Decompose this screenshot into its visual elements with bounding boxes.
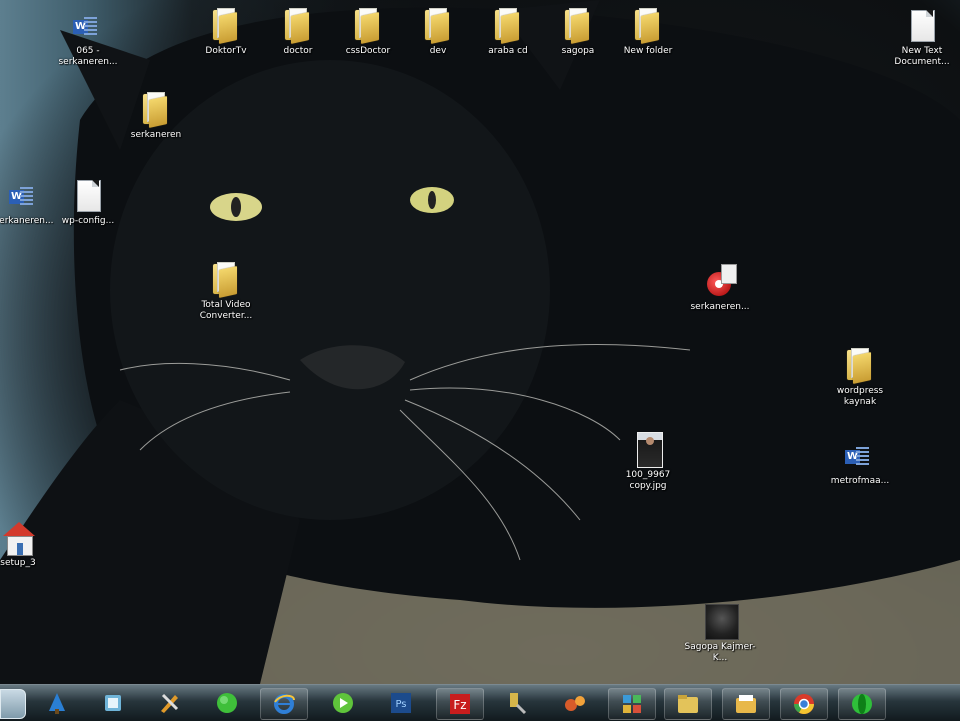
start-button[interactable] xyxy=(0,689,26,719)
media-player-icon xyxy=(331,691,355,715)
red-app-icon xyxy=(703,264,737,300)
taskbar-tree-app-button[interactable] xyxy=(34,688,80,718)
explorer-folder-icon xyxy=(676,692,700,716)
filezilla-label: Fz xyxy=(453,698,466,712)
folder-icon xyxy=(421,8,455,44)
desktop-icon-label: DoktorTv xyxy=(205,46,247,56)
photoshop-label: Ps xyxy=(395,699,406,710)
taskbar-internet-explorer-button[interactable] xyxy=(260,688,308,720)
folder-icon xyxy=(139,92,173,128)
desktop-icon-label: wordpress kaynak xyxy=(836,386,884,407)
folder-icon xyxy=(351,8,385,44)
desktop-icon-cssdoctor[interactable]: cssDoctor xyxy=(330,8,406,57)
network-icon xyxy=(563,691,587,715)
desktop-icon-new-text-document[interactable]: New Text Document... xyxy=(884,8,960,68)
desktop-icon-label: 100_9967 copy.jpg xyxy=(625,470,671,491)
taskbar-folder-button[interactable] xyxy=(722,688,770,720)
folder-icon xyxy=(491,8,525,44)
desktop-icon-label: New Text Document... xyxy=(894,46,950,67)
desktop-icon-label: metrofmaa... xyxy=(830,476,890,486)
word-document-icon: W xyxy=(7,178,41,214)
desktop-icon-label: araba cd xyxy=(488,46,528,56)
desktop-icon-wp-config[interactable]: wp-config... xyxy=(50,178,126,227)
setup-app-icon xyxy=(1,520,35,556)
control-panel-icon xyxy=(620,692,644,716)
desktop-icon-wordpress-kaynak[interactable]: wordpress kaynak xyxy=(822,348,898,408)
desktop-icon-label: serkaneren... xyxy=(0,216,54,226)
utility-icon xyxy=(505,691,529,715)
chrome-icon xyxy=(792,692,816,716)
taskbar: Ps Fz xyxy=(0,684,960,721)
taskbar-media-player-button[interactable] xyxy=(320,688,366,718)
taskbar-filezilla-button[interactable]: Fz xyxy=(436,688,484,720)
taskbar-green-orb-button[interactable] xyxy=(838,688,886,720)
desktop-icon-label: 065 - serkaneren... xyxy=(58,46,118,67)
taskbar-control-panel-button[interactable] xyxy=(608,688,656,720)
photo-thumbnail-icon xyxy=(631,432,665,468)
book-app-icon xyxy=(101,691,125,715)
desktop-icon-label: Sagopa Kajmer-K... xyxy=(684,642,756,663)
taskbar-photoshop-button[interactable]: Ps xyxy=(378,688,424,718)
folder-icon xyxy=(281,8,315,44)
desktop-icon-dev[interactable]: dev xyxy=(400,8,476,57)
desktop-icon-label: dev xyxy=(429,46,447,56)
desktop-icon-doctor[interactable]: doctor xyxy=(260,8,336,57)
desktop-icon-label: setup_3 xyxy=(0,558,36,568)
desktop-icon-sagopa[interactable]: sagopa xyxy=(540,8,616,57)
text-document-icon xyxy=(71,178,105,214)
taskbar-book-app-button[interactable] xyxy=(90,688,136,718)
desktop-icon-total-video-converter[interactable]: Total Video Converter... xyxy=(188,262,264,322)
desktop-icon-araba-cd[interactable]: araba cd xyxy=(470,8,546,57)
folder-icon xyxy=(631,8,665,44)
green-orb-icon xyxy=(850,692,874,716)
desktop-icon-label: wp-config... xyxy=(61,216,115,226)
desktop-icon-serkaneren-app[interactable]: serkaneren... xyxy=(682,264,758,313)
taskbar-chrome-button[interactable] xyxy=(780,688,828,720)
desktop-icon-new-folder[interactable]: New folder xyxy=(610,8,686,57)
desktop-icon-065-serkaneren[interactable]: W 065 - serkaneren... xyxy=(50,8,126,68)
folder-icon xyxy=(209,8,243,44)
desktop-icon-label: Total Video Converter... xyxy=(199,300,253,321)
folder-icon xyxy=(561,8,595,44)
text-document-icon xyxy=(905,8,939,44)
desktop-icon-photo-100-9967[interactable]: 100_9967 copy.jpg xyxy=(610,432,686,492)
folder-icon xyxy=(843,348,877,384)
desktop-icon-label: serkaneren xyxy=(130,130,182,140)
desktop-icon-sagopa-kajmer[interactable]: Sagopa Kajmer-K... xyxy=(682,604,758,664)
taskbar-utility-button[interactable] xyxy=(494,688,540,718)
taskbar-green-app-button[interactable] xyxy=(204,688,250,718)
tree-app-icon xyxy=(45,691,69,715)
desktop-icon-label: cssDoctor xyxy=(345,46,391,56)
folder-icon xyxy=(209,262,243,298)
internet-explorer-icon xyxy=(272,692,296,716)
desktop-icon-label: sagopa xyxy=(561,46,595,56)
taskbar-network-button[interactable] xyxy=(552,688,598,718)
photoshop-icon: Ps xyxy=(389,691,413,715)
media-thumbnail-icon xyxy=(703,604,739,640)
tools-app-icon xyxy=(157,691,181,715)
taskbar-tools-app-button[interactable] xyxy=(146,688,192,718)
desktop-icon-label: doctor xyxy=(283,46,313,56)
desktop-icon-serkaneren-folder[interactable]: serkaneren xyxy=(118,92,194,141)
filezilla-icon: Fz xyxy=(448,692,472,716)
taskbar-explorer-button[interactable] xyxy=(664,688,712,720)
word-document-icon: W xyxy=(843,438,877,474)
folder-icon xyxy=(734,692,758,716)
desktop[interactable]: W 065 - serkaneren... DoktorTv doctor cs… xyxy=(0,0,960,684)
green-circle-icon xyxy=(215,691,239,715)
desktop-icon-doktortv[interactable]: DoktorTv xyxy=(188,8,264,57)
desktop-icon-label: serkaneren... xyxy=(690,302,750,312)
desktop-icon-setup[interactable]: setup_3 xyxy=(0,520,56,569)
word-document-icon: W xyxy=(71,8,105,44)
desktop-icon-metrofmaa[interactable]: W metrofmaa... xyxy=(822,438,898,487)
desktop-icon-label: New folder xyxy=(623,46,673,56)
